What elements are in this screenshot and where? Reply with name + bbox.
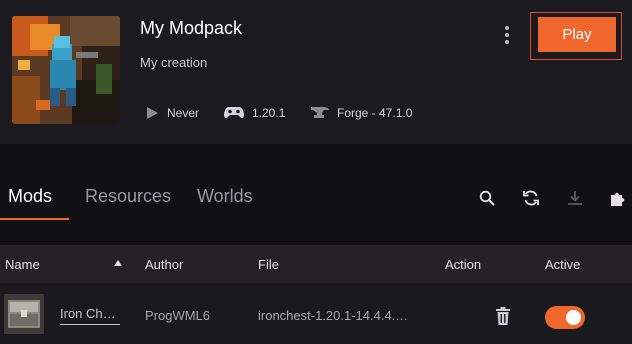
mod-name-link[interactable]: Iron Ch… — [60, 306, 120, 325]
sort-ascending-icon[interactable] — [114, 260, 122, 266]
tab-worlds[interactable]: Worlds — [197, 186, 253, 207]
table-row[interactable]: Iron Ch… ProgWML6 ironchest-1.20.1-14.4.… — [0, 283, 632, 344]
tab-resources[interactable]: Resources — [85, 186, 171, 207]
mod-loader-text: Forge - 47.1.0 — [337, 106, 413, 120]
active-tab-indicator — [0, 218, 69, 220]
play-triangle-icon — [147, 107, 158, 119]
mod-thumbnail — [4, 294, 44, 334]
table-header: Name Author File Action Active — [0, 245, 632, 283]
modpack-header: My Modpack My creation Never 1.20.1 Forg… — [0, 0, 632, 144]
column-file[interactable]: File — [258, 257, 279, 272]
mod-file: ironchest-1.20.1-14.4.4.… — [258, 308, 409, 323]
gamepad-icon — [224, 107, 244, 119]
modpack-thumbnail — [12, 16, 120, 124]
modpack-title: My Modpack — [140, 18, 243, 38]
column-author[interactable]: Author — [145, 257, 183, 272]
kebab-menu-icon[interactable] — [499, 24, 515, 46]
trash-icon[interactable] — [494, 306, 512, 326]
last-played: Never — [145, 103, 199, 123]
refresh-icon[interactable] — [521, 188, 541, 208]
column-active[interactable]: Active — [545, 257, 580, 272]
anvil-icon — [311, 107, 329, 118]
column-action: Action — [445, 257, 482, 272]
mod-active-toggle[interactable] — [545, 306, 585, 329]
play-button[interactable]: Play — [538, 17, 616, 52]
tab-mods[interactable]: Mods — [8, 186, 52, 207]
download-icon[interactable] — [565, 188, 585, 208]
last-played-text: Never — [167, 106, 200, 120]
modpack-subtitle: My creation — [140, 55, 208, 70]
puzzle-icon[interactable] — [608, 188, 628, 208]
mod-author: ProgWML6 — [145, 308, 211, 323]
mod-loader: Forge - 47.1.0 — [311, 103, 412, 123]
game-version-text: 1.20.1 — [252, 106, 286, 120]
column-name[interactable]: Name — [5, 257, 40, 272]
toggle-knob — [566, 310, 581, 325]
search-icon[interactable] — [477, 188, 497, 208]
game-version: 1.20.1 — [224, 103, 285, 123]
